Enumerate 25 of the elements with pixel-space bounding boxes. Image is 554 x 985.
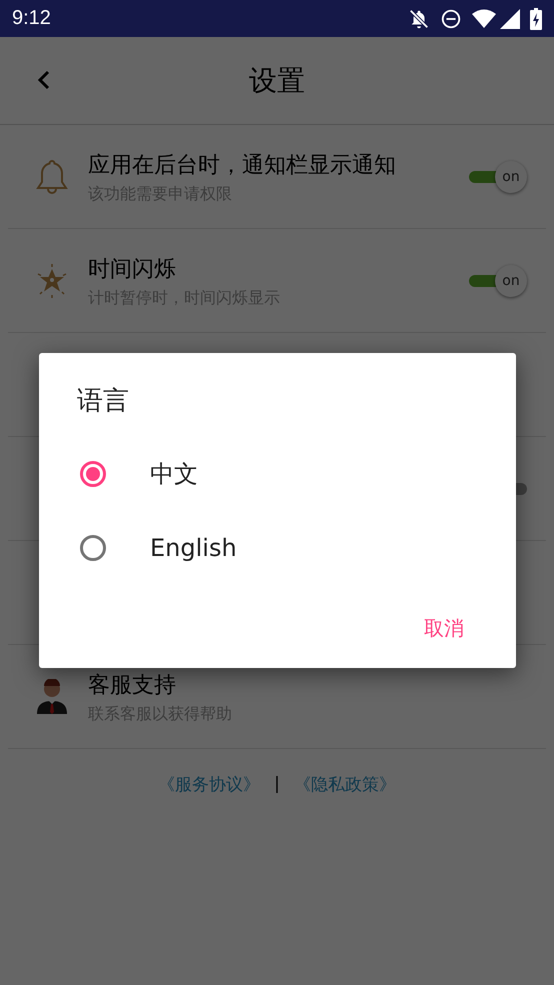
toggle-thumb[interactable]: on xyxy=(495,161,527,193)
dialog-title: 语言 xyxy=(77,385,130,418)
signal-icon xyxy=(500,8,520,28)
language-option[interactable]: English xyxy=(150,534,237,562)
language-option[interactable]: 中文 xyxy=(150,458,198,490)
footer-link[interactable]: 《隐私政策》 xyxy=(294,772,396,796)
cancel-button[interactable]: 取消 xyxy=(420,611,468,646)
star-icon xyxy=(35,264,69,298)
page-title: 设置 xyxy=(249,62,305,98)
back-icon[interactable] xyxy=(36,70,52,90)
toggle-thumb[interactable]: on xyxy=(495,265,527,297)
notifications-off-icon xyxy=(408,8,430,30)
footer-link[interactable]: 《服务协议》 xyxy=(158,772,260,796)
wifi-icon xyxy=(472,8,496,28)
setting-title: 客服支持 xyxy=(88,672,177,700)
clock: 9:12 xyxy=(12,7,51,30)
setting-title: 时间闪烁 xyxy=(88,256,177,284)
bell-icon xyxy=(36,158,68,196)
separator: | xyxy=(274,774,280,794)
battery-charging-icon xyxy=(530,8,542,30)
radio-button[interactable] xyxy=(80,461,106,487)
radio-button[interactable] xyxy=(80,535,106,561)
do-not-disturb-icon xyxy=(440,8,462,30)
setting-title: 应用在后台时，通知栏显示通知 xyxy=(88,152,397,180)
person-icon xyxy=(36,679,68,715)
